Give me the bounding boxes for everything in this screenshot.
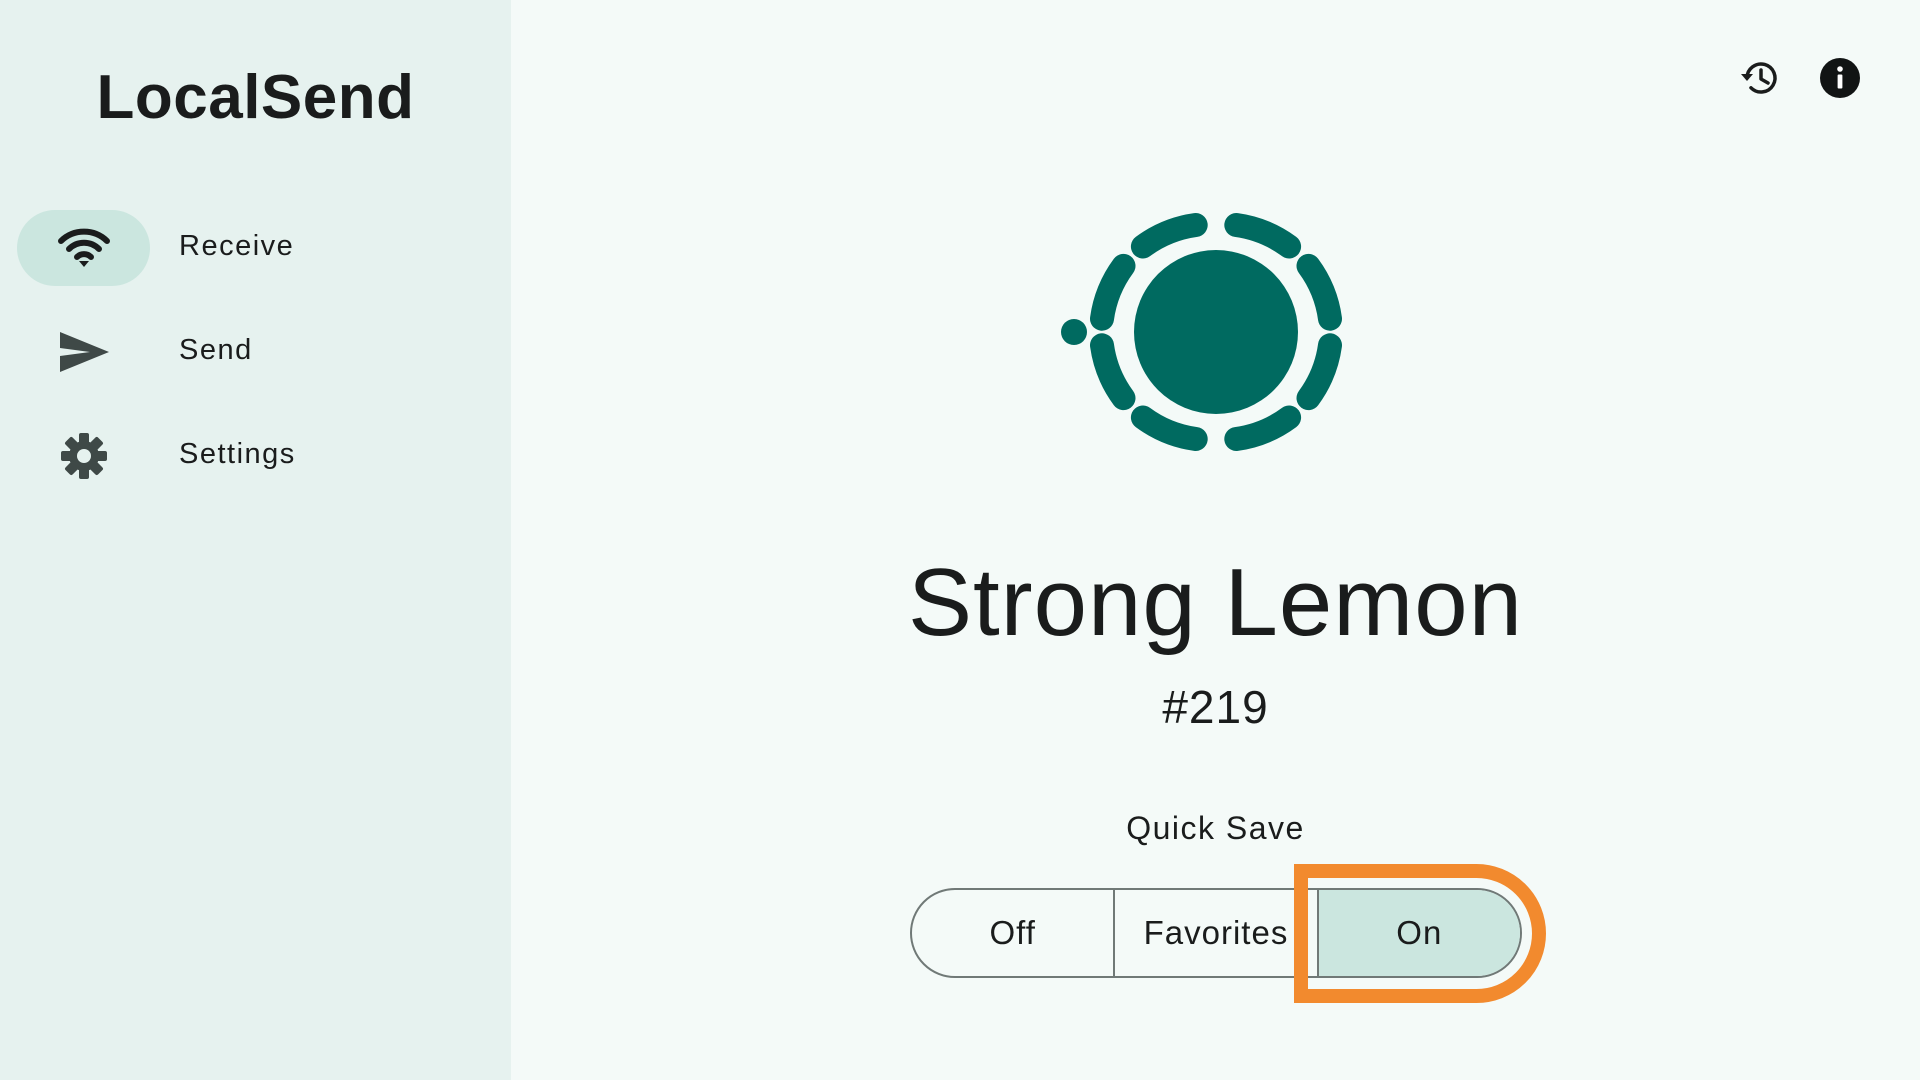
- app-title: LocalSend: [96, 63, 415, 132]
- info-icon: [1819, 57, 1861, 104]
- sidebar-item-receive[interactable]: Receive: [0, 210, 511, 288]
- quick-save-on-button[interactable]: On: [1316, 890, 1520, 976]
- history-button[interactable]: [1736, 56, 1784, 104]
- quick-save-label: Quick Save: [1126, 810, 1305, 846]
- send-icon: [54, 330, 114, 374]
- sidebar-item-label: Receive: [179, 230, 295, 262]
- sidebar: LocalSend Receive Send Settings: [0, 0, 511, 1080]
- sidebar-item-settings[interactable]: Settings: [0, 418, 511, 496]
- history-icon: [1738, 56, 1782, 105]
- quick-save-off-button[interactable]: Off: [912, 890, 1113, 976]
- logo-icon: [1061, 213, 1342, 451]
- quick-save-toggle: Off Favorites On: [910, 888, 1522, 978]
- device-id: #219: [1162, 681, 1269, 733]
- wifi-icon: [54, 226, 114, 270]
- gear-icon: [54, 433, 114, 479]
- sidebar-item-label: Send: [179, 334, 253, 366]
- localsend-logo: [1059, 175, 1373, 489]
- app-window: LocalSend Receive Send Settings Strong L…: [0, 0, 1920, 1080]
- quick-save-favorites-button[interactable]: Favorites: [1113, 890, 1316, 976]
- sidebar-item-send[interactable]: Send: [0, 314, 511, 392]
- device-name: Strong Lemon: [907, 549, 1524, 656]
- info-button[interactable]: [1816, 56, 1864, 104]
- sidebar-item-label: Settings: [179, 438, 296, 470]
